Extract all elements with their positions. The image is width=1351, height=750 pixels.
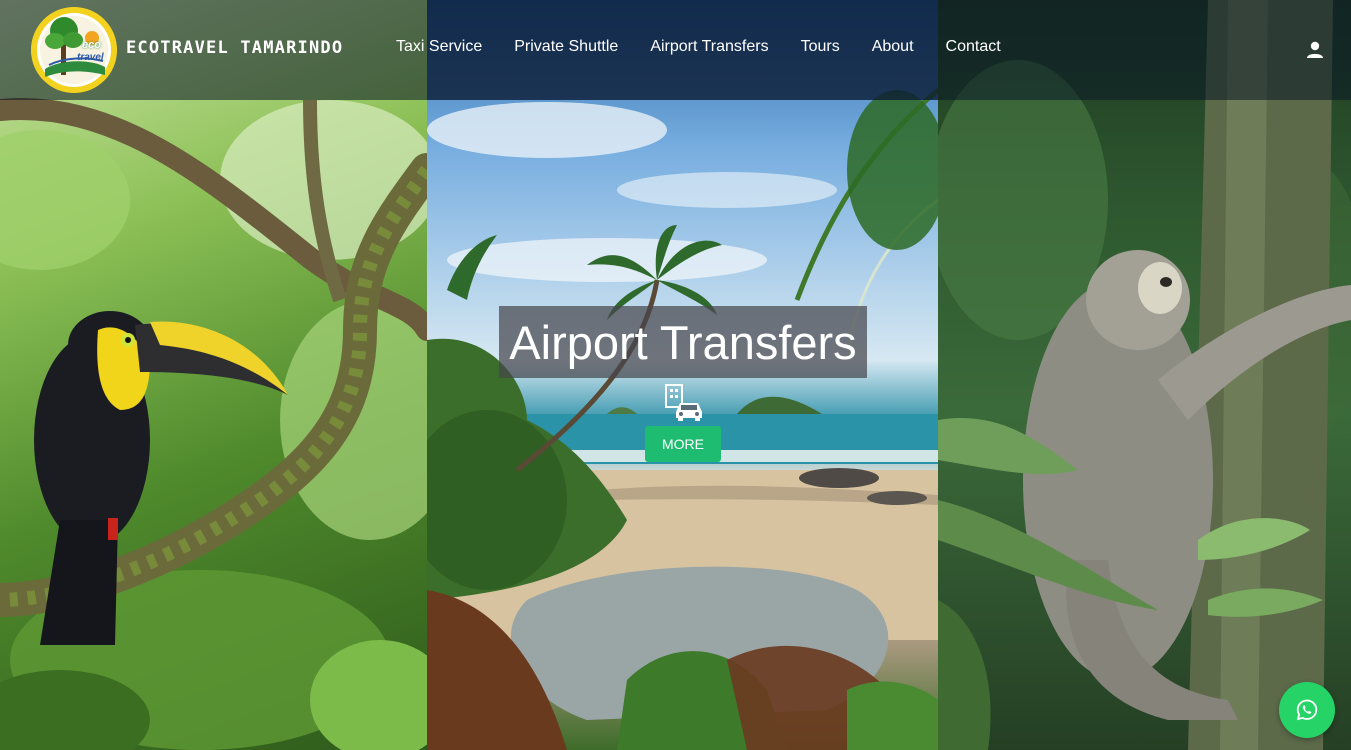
nav-item-about[interactable]: About <box>872 38 914 56</box>
site-header: eco travel ECOTRAVEL TAMARINDO Taxi Serv… <box>0 0 1351 100</box>
hero-title: Airport Transfers <box>509 315 857 369</box>
nav-item-contact[interactable]: Contact <box>946 38 1001 56</box>
main-nav: Taxi Service Private Shuttle Airport Tra… <box>396 38 1001 56</box>
site-title[interactable]: ECOTRAVEL TAMARINDO <box>126 38 343 58</box>
sloth-photo <box>938 0 1351 750</box>
whatsapp-icon <box>1296 699 1318 721</box>
nav-item-tours[interactable]: Tours <box>801 38 840 56</box>
toucan-photo <box>0 0 427 750</box>
user-icon[interactable] <box>1305 40 1325 60</box>
hero-title-box: Airport Transfers <box>499 306 867 378</box>
sloth-scene <box>938 0 1351 750</box>
site-logo[interactable]: eco travel <box>31 7 117 93</box>
nav-item-taxi-service[interactable]: Taxi Service <box>396 38 482 56</box>
nav-item-private-shuttle[interactable]: Private Shuttle <box>514 38 618 56</box>
building-car-icon <box>662 382 704 422</box>
logo-eco-text: eco <box>82 39 101 51</box>
toucan-scene <box>0 98 427 750</box>
more-button[interactable]: MORE <box>645 426 721 462</box>
tree-logo-icon <box>31 7 117 93</box>
nav-item-airport-transfers[interactable]: Airport Transfers <box>650 38 768 56</box>
logo-travel-text: travel <box>77 52 104 63</box>
whatsapp-button[interactable] <box>1279 682 1335 738</box>
